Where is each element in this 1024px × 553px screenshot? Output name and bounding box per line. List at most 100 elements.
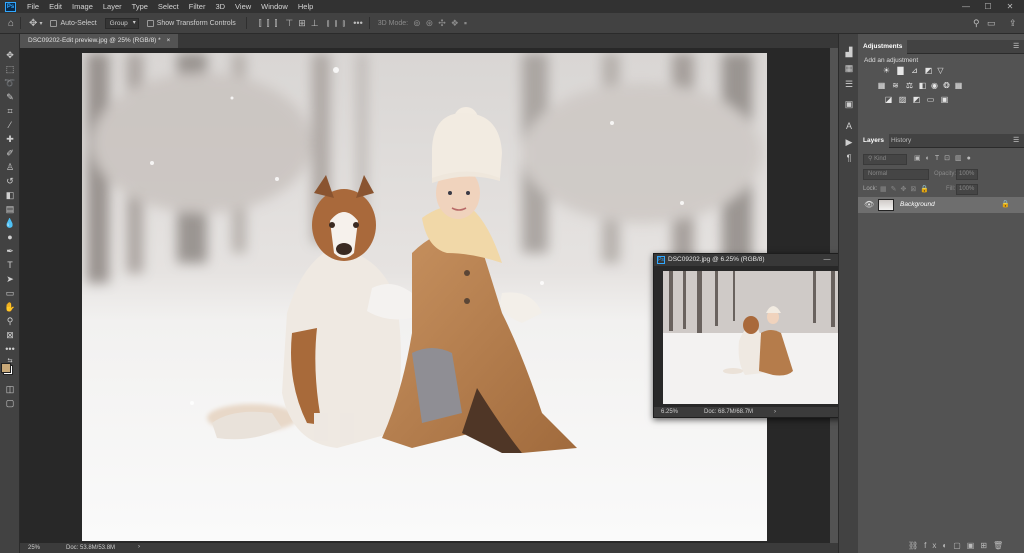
character-icon[interactable]: A: [843, 120, 855, 132]
menu-select[interactable]: Select: [153, 2, 184, 11]
menu-3d[interactable]: 3D: [210, 2, 230, 11]
crop-tool-icon[interactable]: ⌗: [3, 105, 17, 117]
invert-icon[interactable]: ◪: [884, 96, 893, 104]
status-menu-arrow[interactable]: ›: [138, 544, 140, 550]
brightness-icon[interactable]: ☀: [882, 67, 891, 75]
panel-menu-icon[interactable]: ☰: [1013, 42, 1019, 50]
menu-layer[interactable]: Layer: [98, 2, 127, 11]
align-middle-icon[interactable]: ⊞: [298, 18, 306, 29]
libraries-icon[interactable]: ▣: [843, 98, 855, 110]
screen-mode-icon[interactable]: ▢: [3, 397, 17, 409]
auto-select-toggle[interactable]: Auto-Select: [50, 19, 97, 27]
minimize-button[interactable]: —: [956, 0, 976, 13]
floating-zoom-level[interactable]: 6.25%: [661, 407, 678, 417]
foreground-color-swatch[interactable]: [1, 363, 11, 373]
blur-tool-icon[interactable]: 💧: [3, 217, 17, 229]
workspace-icon[interactable]: ▭: [987, 18, 996, 29]
menu-filter[interactable]: Filter: [184, 2, 211, 11]
path-select-tool-icon[interactable]: ➤: [3, 273, 17, 285]
search-icon[interactable]: ⚲: [973, 18, 980, 29]
auto-select-target-dropdown[interactable]: Group: [104, 17, 139, 29]
menu-view[interactable]: View: [230, 2, 256, 11]
bw-icon[interactable]: ◧: [918, 82, 927, 90]
exposure-icon[interactable]: ◩: [924, 67, 933, 75]
chevron-down-icon[interactable]: ▾: [39, 20, 42, 27]
menu-file[interactable]: File: [22, 2, 44, 11]
align-center-icon[interactable]: ⫿: [267, 18, 270, 29]
histogram-icon[interactable]: ▟: [843, 46, 855, 58]
history-brush-tool-icon[interactable]: ↺: [3, 175, 17, 187]
levels-icon[interactable]: ▇: [896, 67, 905, 75]
threshold-icon[interactable]: ◩: [912, 96, 921, 104]
tab-history[interactable]: History: [886, 134, 916, 148]
marquee-tool-icon[interactable]: ⬚: [3, 63, 17, 75]
zoom-tool-icon[interactable]: ⚲: [3, 315, 17, 327]
align-top-icon[interactable]: ⊤: [285, 18, 293, 29]
layers-footer-icons[interactable]: ⛓fx◐▢▣⊞🗑: [908, 541, 1009, 550]
document-tab[interactable]: DSC09202-Edit preview.jpg @ 25% (RGB/8) …: [20, 34, 179, 48]
more-tools-icon[interactable]: •••: [3, 343, 17, 355]
floating-status-arrow[interactable]: ›: [774, 407, 776, 417]
hand-tool-icon[interactable]: ✋: [3, 301, 17, 313]
move-tool-icon[interactable]: ✥: [29, 18, 37, 29]
blend-mode-dropdown[interactable]: Normal: [863, 169, 929, 180]
pen-tool-icon[interactable]: ✒: [3, 245, 17, 257]
gradient-map-icon[interactable]: ▭: [926, 96, 935, 104]
menu-help[interactable]: Help: [293, 2, 318, 11]
healing-tool-icon[interactable]: ✚: [3, 133, 17, 145]
layer-name[interactable]: Background: [900, 201, 935, 208]
layer-filter-icons[interactable]: ▣◐T⊡▥●: [914, 154, 976, 162]
move-tool-icon[interactable]: ✥: [3, 49, 17, 61]
maximize-button[interactable]: ☐: [978, 0, 998, 13]
paragraph-icon[interactable]: ¶: [843, 152, 855, 164]
distribute-left-icon[interactable]: ⫾: [327, 18, 330, 29]
properties-icon[interactable]: ☰: [843, 78, 855, 90]
actions-icon[interactable]: ▶: [843, 136, 855, 148]
mixer-icon[interactable]: ❂: [942, 82, 951, 90]
eye-icon[interactable]: 👁: [864, 200, 874, 209]
lasso-tool-icon[interactable]: ➰: [3, 77, 17, 89]
show-transform-toggle[interactable]: Show Transform Controls: [146, 19, 236, 27]
edit-toolbar-icon[interactable]: ⊠: [3, 329, 17, 341]
layer-row-background[interactable]: 👁 Background 🔒: [858, 197, 1024, 213]
close-window-button[interactable]: ✕: [1000, 0, 1020, 13]
tab-layers[interactable]: Layers: [858, 134, 889, 148]
lookup-icon[interactable]: ▦: [954, 82, 963, 90]
align-bottom-icon[interactable]: ⊥: [311, 18, 319, 29]
panel-menu-icon[interactable]: ☰: [1013, 136, 1019, 144]
eraser-tool-icon[interactable]: ◧: [3, 189, 17, 201]
close-tab-icon[interactable]: ×: [167, 37, 171, 44]
menu-edit[interactable]: Edit: [44, 2, 67, 11]
zoom-level[interactable]: 25%: [28, 545, 40, 551]
align-left-icon[interactable]: ⫿: [259, 18, 262, 29]
menu-window[interactable]: Window: [256, 2, 293, 11]
brush-tool-icon[interactable]: ✐: [3, 147, 17, 159]
balance-icon[interactable]: ⚖: [905, 82, 914, 90]
opacity-input[interactable]: 100%: [956, 169, 978, 180]
clone-stamp-tool-icon[interactable]: ♙: [3, 161, 17, 173]
show-transform-checkbox[interactable]: [146, 19, 154, 27]
dodge-tool-icon[interactable]: ●: [3, 231, 17, 243]
posterize-icon[interactable]: ▨: [898, 96, 907, 104]
tab-adjustments[interactable]: Adjustments: [858, 40, 908, 54]
distribute-right-icon[interactable]: ⫾: [342, 18, 345, 29]
quick-mask-icon[interactable]: ◫: [3, 383, 17, 395]
share-icon[interactable]: ⇪: [1009, 18, 1017, 29]
layer-filter-kind[interactable]: ⚲ Kind: [863, 154, 907, 165]
curves-icon[interactable]: ⊿: [910, 67, 919, 75]
fill-input[interactable]: 100%: [956, 184, 978, 195]
type-tool-icon[interactable]: T: [3, 259, 17, 271]
menu-image[interactable]: Image: [67, 2, 98, 11]
photo-filter-icon[interactable]: ◉: [930, 82, 939, 90]
home-icon[interactable]: ⌂: [8, 18, 14, 29]
eyedropper-tool-icon[interactable]: ⁄: [3, 119, 17, 131]
rectangle-tool-icon[interactable]: ▭: [3, 287, 17, 299]
lock-options-icons[interactable]: ▦✎✥⊠🔒: [880, 185, 933, 193]
swatches-icon[interactable]: ▦: [843, 62, 855, 74]
menu-type[interactable]: Type: [127, 2, 153, 11]
floating-minimize-button[interactable]: —: [820, 254, 834, 266]
gradient-tool-icon[interactable]: ▤: [3, 203, 17, 215]
hue-icon[interactable]: ≋: [891, 82, 900, 90]
auto-select-checkbox[interactable]: [50, 19, 58, 27]
selective-color-icon[interactable]: ▣: [940, 96, 949, 104]
